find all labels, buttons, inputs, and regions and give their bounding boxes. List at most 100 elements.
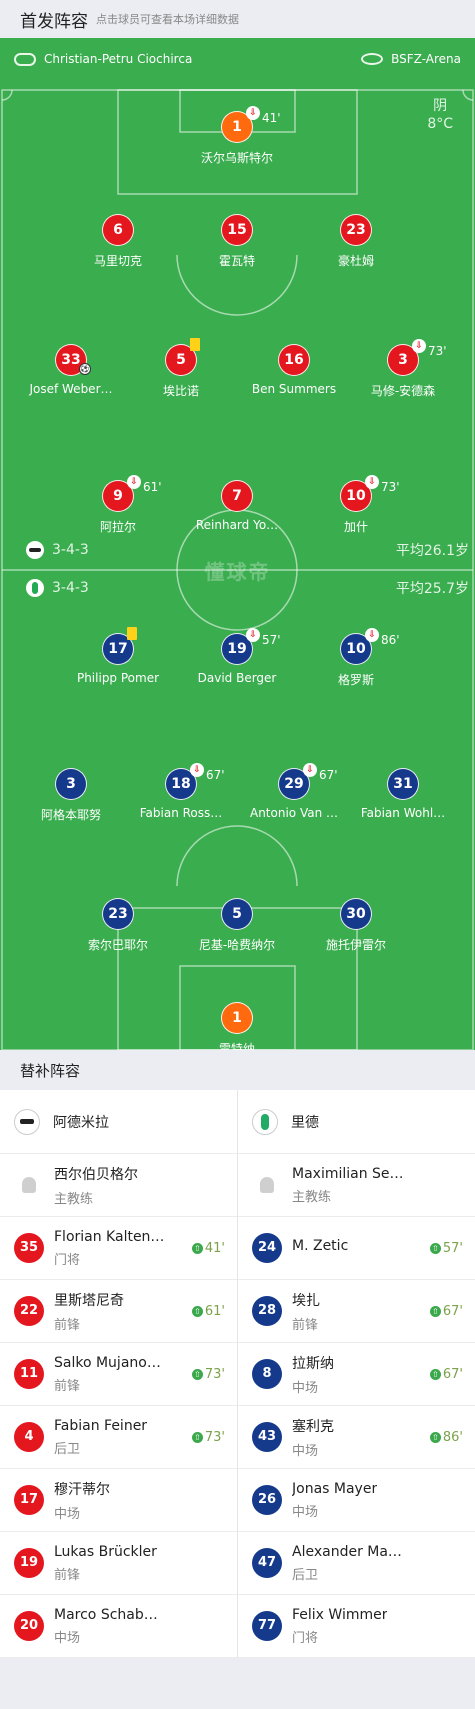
away-player[interactable]: 18 ⇩ 67' Fabian Ross…: [126, 763, 236, 820]
yellow-card-icon: [127, 627, 137, 640]
sub-player-name: Salko Mujano…: [54, 1354, 161, 1371]
sub-in-time: 57': [442, 1241, 463, 1256]
home-player[interactable]: 10 ⇩ 73' 加什: [301, 475, 411, 535]
sub-in-info: ⇧ 73': [191, 1367, 225, 1382]
player-number: 16: [278, 344, 310, 376]
away-team-logo-icon: [26, 579, 44, 597]
player-number: 23: [340, 214, 372, 246]
player-number: 10 ⇩ 73': [340, 475, 400, 512]
referee-name: Christian-Petru Ciochirca: [44, 52, 193, 66]
away-player[interactable]: 31 Fabian Wohl…: [348, 768, 458, 820]
away-player[interactable]: 19 ⇩ 57' David Berger: [182, 628, 292, 685]
home-player[interactable]: 5 埃比诺: [126, 338, 236, 399]
player-number-text: 5: [232, 906, 242, 922]
away-player[interactable]: 5 尼基-哈费纳尔: [182, 898, 292, 953]
away-player[interactable]: 30 施托伊雷尔: [301, 898, 411, 953]
sub-player-info: 拉斯纳 中场: [292, 1353, 334, 1396]
home-player[interactable]: 23 豪杜姆: [301, 214, 411, 269]
player-name: 加什: [343, 520, 368, 534]
sub-player-number: 77: [252, 1611, 282, 1641]
sub-in-info: ⇧ 61': [191, 1304, 225, 1319]
sub-in-info: ⇧ 67': [429, 1304, 463, 1319]
player-number: 30: [340, 898, 372, 930]
sub-player-row[interactable]: 43 塞利克 中场 ⇧ 86': [238, 1406, 475, 1469]
sub-player-row[interactable]: 19 Lukas Brückler 前锋: [0, 1532, 237, 1595]
sub-in-time: 86': [442, 1430, 463, 1445]
away-coach-row[interactable]: Maximilian Senft 主教练: [238, 1154, 475, 1217]
sub-out-icon: ⇩: [246, 106, 260, 120]
player-name: Fabian Ross…: [139, 806, 223, 820]
sub-player-row[interactable]: 17 穆汗蒂尔 中场: [0, 1469, 237, 1532]
sub-in-time: 61': [204, 1304, 225, 1319]
away-team-row[interactable]: 里德: [238, 1090, 475, 1154]
player-number: 3: [55, 768, 87, 800]
venue-info: BSFZ-Arena: [361, 52, 461, 66]
player-number-text: 33: [61, 352, 81, 368]
sub-player-row[interactable]: 22 里斯塔尼奇 前锋 ⇧ 61': [0, 1280, 237, 1343]
player-number-text: 29: [284, 776, 304, 792]
sub-out-icon: ⇩: [127, 475, 141, 489]
sub-player-position: 前锋: [54, 1317, 81, 1333]
sub-out-time: 86': [381, 633, 400, 647]
player-number-text: 31: [393, 776, 413, 792]
sub-out-time: 41': [262, 111, 281, 125]
subs-title: 替补阵容: [0, 1050, 475, 1090]
player-name: 雷特纳: [218, 1042, 255, 1050]
home-player[interactable]: 33 ⚽ Josef Weber…: [16, 344, 126, 396]
home-team-row[interactable]: 阿德米拉: [0, 1090, 237, 1154]
home-player[interactable]: 9 ⇩ 61' 阿拉尔: [63, 475, 173, 535]
away-player[interactable]: 1 雷特纳: [182, 1002, 292, 1050]
goal-ball-icon: ⚽: [79, 363, 91, 375]
sub-player-row[interactable]: 26 Jonas Mayer 中场: [238, 1469, 475, 1532]
sub-out-time: 67': [206, 768, 225, 782]
sub-player-row[interactable]: 77 Felix Wimmer 门将: [238, 1595, 475, 1658]
away-formation: 3-4-3: [52, 580, 89, 596]
home-player[interactable]: 15 霍瓦特: [182, 214, 292, 269]
player-name: 施托伊雷尔: [325, 938, 386, 952]
player-number-text: 7: [232, 488, 242, 504]
weather-condition: 阴: [433, 98, 448, 114]
sub-in-time: 67': [442, 1304, 463, 1319]
sub-player-name: Fabian Feiner: [54, 1417, 148, 1434]
away-player[interactable]: 3 阿格本耶努: [16, 768, 126, 823]
coach-name: 西尔伯贝格尔: [54, 1166, 138, 1183]
away-player[interactable]: 10 ⇩ 86' 格罗斯: [301, 628, 411, 688]
coach-name: Maximilian Senft: [292, 1165, 404, 1182]
sub-in-info: ⇧ 67': [429, 1367, 463, 1382]
away-player[interactable]: 23 索尔巴耶尔: [63, 898, 173, 953]
home-player[interactable]: 6 马里切克: [63, 214, 173, 269]
sub-player-row[interactable]: 24 M. Zetic ⇧ 57': [238, 1217, 475, 1280]
player-number: 15: [221, 214, 253, 246]
sub-player-info: 塞利克 中场: [292, 1416, 334, 1459]
home-player[interactable]: 7 Reinhard Yo…: [182, 480, 292, 532]
home-player[interactable]: 1 ⇩ 41' 沃尔乌斯特尔: [182, 106, 292, 166]
player-number-text: 19: [227, 641, 247, 657]
sub-out-time: 67': [319, 768, 338, 782]
player-name: Reinhard Yo…: [195, 518, 279, 532]
sub-player-name: 里斯塔尼奇: [54, 1292, 124, 1309]
away-player[interactable]: 29 ⇩ 67' Antonio Van …: [239, 763, 349, 820]
sub-in-time: 73': [204, 1430, 225, 1445]
coach-avatar-icon: [14, 1170, 44, 1200]
player-number-text: 3: [66, 776, 76, 792]
away-player[interactable]: 17 Philipp Pomer: [63, 627, 173, 685]
pitch: Christian-Petru Ciochirca BSFZ-Arena 阴 8…: [0, 38, 475, 1050]
sub-player-row[interactable]: 35 Florian Kalten… 门将 ⇧ 41': [0, 1217, 237, 1280]
sub-player-name: Jonas Mayer: [292, 1480, 378, 1497]
sub-player-row[interactable]: 47 Alexander Ma… 后卫: [238, 1532, 475, 1595]
home-player[interactable]: 3 ⇩ 73' 马修-安德森: [348, 339, 458, 399]
sub-player-row[interactable]: 20 Marco Schab… 中场: [0, 1595, 237, 1658]
sub-player-position: 中场: [292, 1443, 319, 1459]
sub-player-row[interactable]: 28 埃扎 前锋 ⇧ 67': [238, 1280, 475, 1343]
player-number-text: 18: [171, 776, 191, 792]
sub-out-icon: ⇩: [246, 628, 260, 642]
sub-player-position: 中场: [54, 1506, 81, 1522]
sub-in-icon: ⇧: [191, 1432, 203, 1443]
home-coach-row[interactable]: 西尔伯贝格尔 主教练: [0, 1154, 237, 1217]
sub-player-info: M. Zetic: [292, 1238, 348, 1258]
sub-player-row[interactable]: 8 拉斯纳 中场 ⇧ 67': [238, 1343, 475, 1406]
sub-player-row[interactable]: 4 Fabian Feiner 后卫 ⇧ 73': [0, 1406, 237, 1469]
home-player[interactable]: 16 Ben Summers: [239, 344, 349, 396]
sub-in-icon: ⇧: [429, 1369, 441, 1380]
sub-player-row[interactable]: 11 Salko Mujano… 前锋 ⇧ 73': [0, 1343, 237, 1406]
